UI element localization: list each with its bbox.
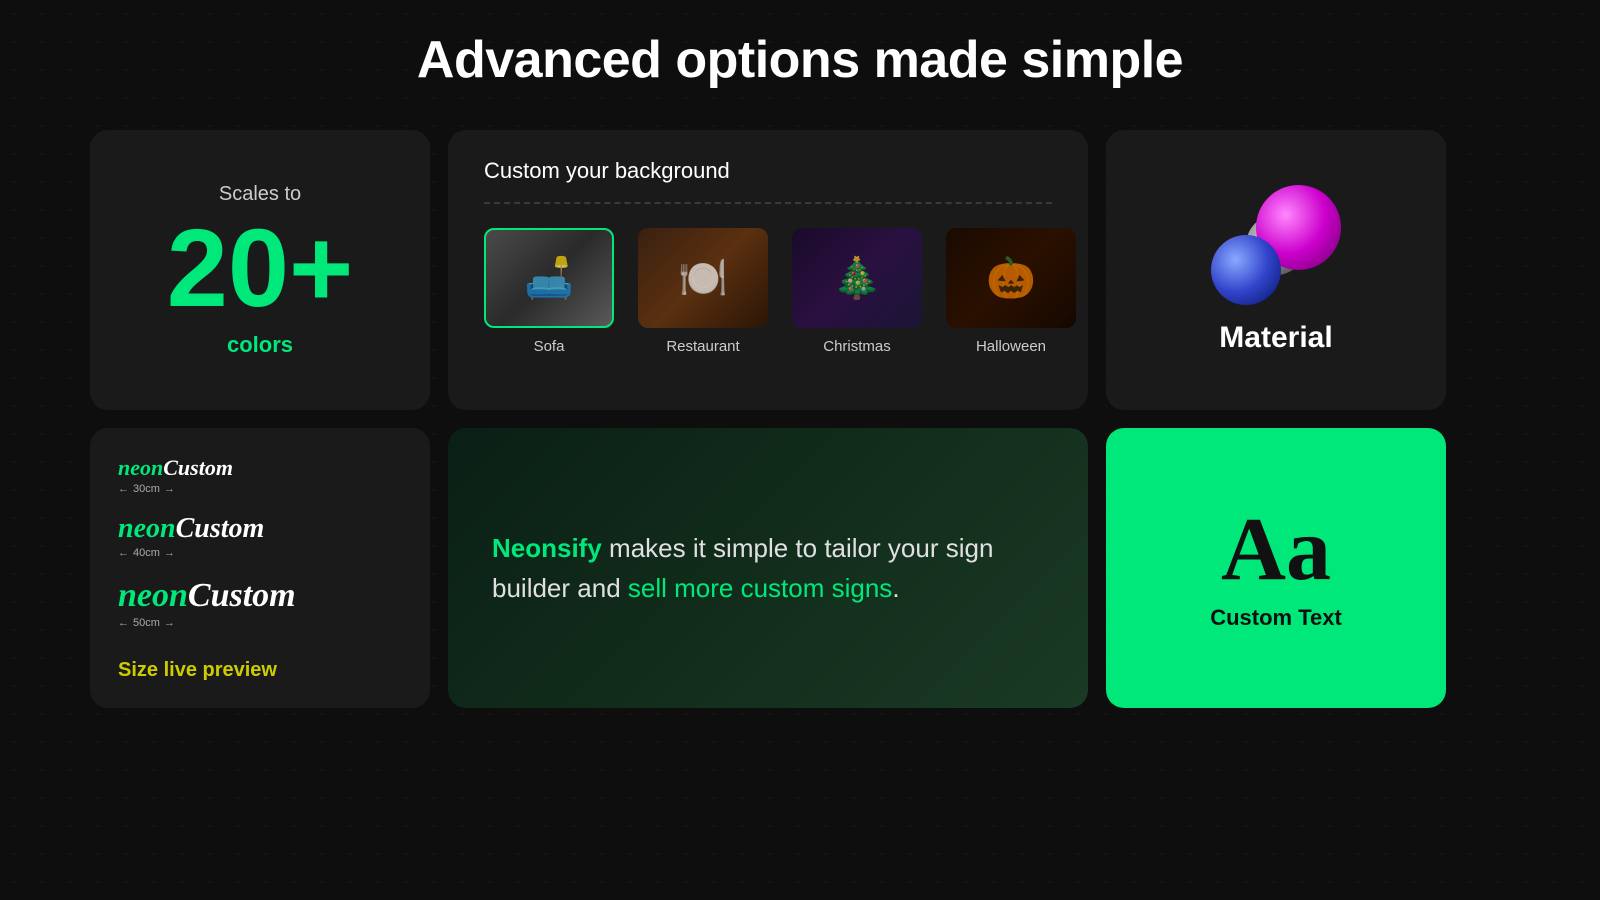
neonsify-cta: sell more custom signs bbox=[628, 573, 892, 603]
neonsify-description: Neonsify makes it simple to tailor your … bbox=[492, 528, 1044, 609]
size-label-md: 40cm bbox=[133, 547, 160, 559]
size-arrow-sm: ← 30cm → bbox=[118, 483, 402, 495]
bg-option-christmas[interactable]: Christmas bbox=[792, 228, 922, 355]
neon-text-lg: neonCustom bbox=[118, 577, 402, 615]
arrow-left-sm: ← bbox=[118, 483, 129, 495]
neonsify-period: . bbox=[892, 573, 899, 603]
bg-label-christmas: Christmas bbox=[823, 338, 891, 355]
card-custom-text: Aa Custom Text bbox=[1106, 428, 1446, 708]
neon-text-sm: neonCustom bbox=[118, 455, 402, 481]
arrow-right-lg: → bbox=[164, 617, 175, 629]
arrow-left-lg: ← bbox=[118, 617, 129, 629]
bg-image-halloween bbox=[946, 228, 1076, 328]
card-scales: Scales to 20+ colors bbox=[90, 130, 430, 410]
card-neonsify: Neonsify makes it simple to tailor your … bbox=[448, 428, 1088, 708]
bg-option-halloween[interactable]: Halloween bbox=[946, 228, 1076, 355]
arrow-left-md: ← bbox=[118, 547, 129, 559]
bg-option-restaurant[interactable]: Restaurant bbox=[638, 228, 768, 355]
size-arrow-lg: ← 50cm → bbox=[118, 617, 402, 629]
scales-number: 20+ bbox=[167, 214, 354, 324]
bg-label-sofa: Sofa bbox=[534, 338, 565, 355]
card-background: Custom your background Sofa Restaurant C… bbox=[448, 130, 1088, 410]
scales-label: Scales to bbox=[219, 183, 301, 206]
neon-row-lg: neonCustom ← 50cm → bbox=[118, 577, 402, 629]
neonsify-brand: Neonsify bbox=[492, 533, 602, 563]
page-title: Advanced options made simple bbox=[417, 30, 1183, 90]
card-bg-title: Custom your background bbox=[484, 158, 1052, 184]
bg-image-christmas bbox=[792, 228, 922, 328]
arrow-right-md: → bbox=[164, 547, 175, 559]
neon-text-md: neonCustom bbox=[118, 513, 402, 545]
size-label-lg: 50cm bbox=[133, 617, 160, 629]
card-size: neonCustom ← 30cm → neonCustom ← 40cm → bbox=[90, 428, 430, 708]
sphere-blue bbox=[1211, 235, 1281, 305]
neon-row-sm: neonCustom ← 30cm → bbox=[118, 455, 402, 495]
size-label-sm: 30cm bbox=[133, 483, 160, 495]
neon-row-md: neonCustom ← 40cm → bbox=[118, 513, 402, 559]
bg-image-restaurant bbox=[638, 228, 768, 328]
bg-label-halloween: Halloween bbox=[976, 338, 1046, 355]
material-label: Material bbox=[1219, 321, 1332, 355]
arrow-right-sm: → bbox=[164, 483, 175, 495]
bg-divider bbox=[484, 202, 1052, 204]
size-arrow-md: ← 40cm → bbox=[118, 547, 402, 559]
material-spheres bbox=[1211, 185, 1341, 305]
card-material: Material bbox=[1106, 130, 1446, 410]
size-live-label: Size live preview bbox=[118, 659, 402, 682]
custom-text-label: Custom Text bbox=[1210, 605, 1342, 631]
bg-label-restaurant: Restaurant bbox=[666, 338, 739, 355]
bg-image-sofa bbox=[484, 228, 614, 328]
custom-text-aa: Aa bbox=[1221, 505, 1331, 595]
scales-colors: colors bbox=[227, 332, 293, 358]
bg-option-sofa[interactable]: Sofa bbox=[484, 228, 614, 355]
feature-grid: Scales to 20+ colors Custom your backgro… bbox=[90, 130, 1510, 708]
bg-options: Sofa Restaurant Christmas Halloween bbox=[484, 228, 1052, 355]
